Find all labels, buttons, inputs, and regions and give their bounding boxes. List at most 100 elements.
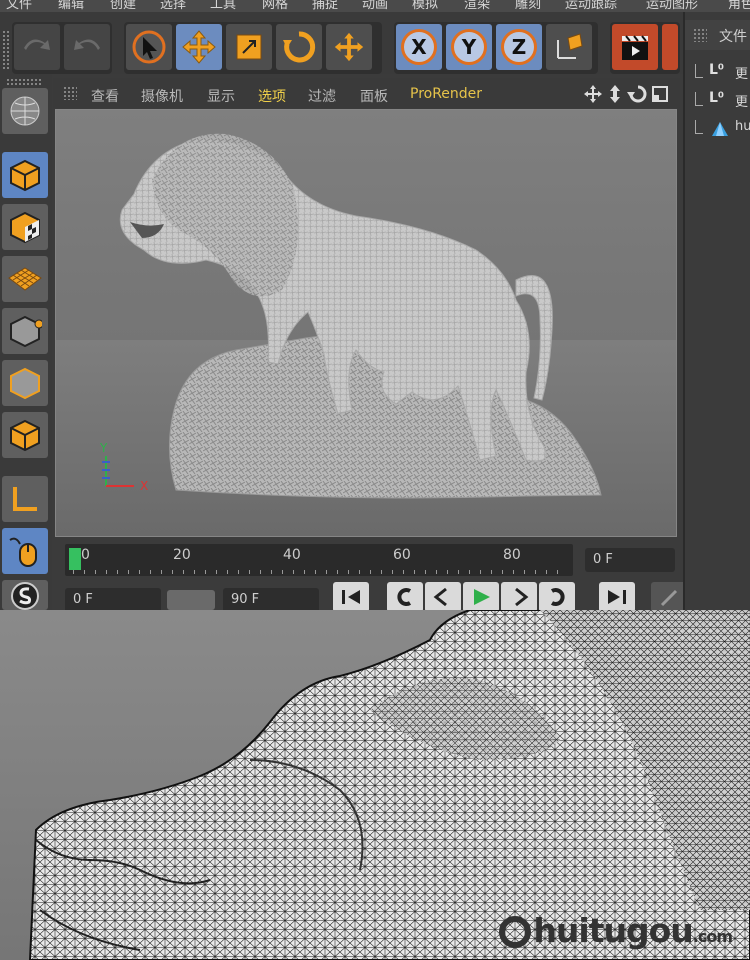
- viewport-panel: 查看 摄像机 显示 选项 过滤 面板 ProRender Y X: [53, 78, 680, 540]
- transform-tools-group: [124, 22, 382, 74]
- left-tool-palette: [0, 74, 52, 610]
- menu-motion-tracker[interactable]: 运动跟踪: [565, 0, 617, 12]
- menu-character[interactable]: 角色: [728, 0, 750, 12]
- tweak-mode-button[interactable]: [2, 528, 48, 574]
- frame-range-slider[interactable]: [167, 590, 215, 610]
- menu-mesh[interactable]: 网格: [262, 0, 288, 12]
- axis-y-label: Y: [99, 441, 108, 455]
- undo-button[interactable]: [14, 24, 60, 70]
- object-manager-header: 文件: [685, 20, 750, 50]
- rotate-tool-button[interactable]: [276, 24, 322, 70]
- viewport-menu-display[interactable]: 显示: [207, 86, 235, 106]
- viewport-grip[interactable]: [63, 86, 77, 100]
- viewport-menu-options[interactable]: 选项: [258, 86, 286, 106]
- menu-simulate[interactable]: 模拟: [412, 0, 438, 12]
- timeline-tick-40: 40: [283, 547, 301, 563]
- object-row[interactable]: hu: [689, 118, 750, 140]
- menu-select[interactable]: 选择: [160, 0, 186, 12]
- 3d-viewport[interactable]: Y X: [55, 109, 677, 537]
- current-frame-field[interactable]: 0 F: [585, 548, 675, 572]
- viewport-menu-panel[interactable]: 面板: [360, 86, 388, 106]
- watermark-brand: huitugou: [533, 911, 693, 950]
- toolbar-grip[interactable]: [2, 30, 10, 70]
- point-mode-button[interactable]: [2, 308, 48, 354]
- object-manager-file-menu[interactable]: 文件: [719, 26, 747, 46]
- menu-snap[interactable]: 捕捉: [312, 0, 338, 12]
- play-button[interactable]: [463, 582, 499, 610]
- go-to-start-button[interactable]: [333, 582, 369, 610]
- viewport-menu-prorender[interactable]: ProRender: [410, 86, 482, 102]
- make-editable-button[interactable]: [2, 88, 48, 134]
- texture-mode-button[interactable]: [2, 204, 48, 250]
- undo-icon: [24, 39, 50, 50]
- z-axis-lock-button[interactable]: Z: [496, 24, 542, 70]
- polygon-mode-button[interactable]: [2, 412, 48, 458]
- model-mode-button[interactable]: [2, 152, 48, 198]
- viewport-menu-view[interactable]: 查看: [91, 86, 119, 106]
- recent-tool-button[interactable]: [326, 24, 372, 70]
- previous-frame-button[interactable]: [425, 582, 461, 610]
- start-frame-field[interactable]: 0 F: [65, 588, 161, 610]
- menu-mograph[interactable]: 运动图形: [646, 0, 698, 12]
- menu-animate[interactable]: 动画: [362, 0, 388, 12]
- edge-mode-button[interactable]: [2, 360, 48, 406]
- play-icon: [474, 589, 490, 605]
- tree-line: [695, 64, 703, 78]
- previous-key-icon: [397, 588, 412, 606]
- object-manager-grip[interactable]: [693, 28, 707, 42]
- world-coordinates-icon: [557, 33, 583, 59]
- axis-mode-button[interactable]: [2, 476, 48, 522]
- menu-tools[interactable]: 工具: [210, 0, 236, 12]
- viewport-menu-filter[interactable]: 过滤: [308, 86, 336, 106]
- cinema4d-window: 文件 编辑 创建 选择 工具 网格 捕捉 动画 模拟 渲染 雕刻 运动跟踪 运动…: [0, 0, 750, 610]
- selection-tool-button[interactable]: [126, 24, 172, 70]
- rotate-icon: [283, 31, 316, 63]
- object-row[interactable]: L⁰ 更: [689, 90, 750, 112]
- redo-icon: [74, 39, 100, 50]
- palette-grip[interactable]: [6, 78, 42, 86]
- end-frame-field[interactable]: 90 F: [223, 588, 319, 610]
- tree-line: [695, 92, 703, 106]
- edges-cube-icon: [10, 367, 40, 400]
- menu-create[interactable]: 创建: [110, 0, 136, 12]
- viewport-menu-camera[interactable]: 摄像机: [141, 86, 183, 106]
- timeline-ruler[interactable]: 0 20 40 60 80 0 F: [53, 540, 680, 580]
- snap-icon: [11, 582, 39, 610]
- lion-head-wireframe: [0, 610, 750, 960]
- scale-tool-button[interactable]: [226, 24, 272, 70]
- tree-line: [695, 120, 703, 134]
- viewport-nav-icons[interactable]: [583, 84, 675, 104]
- axis-lock-group: X Y Z: [394, 22, 598, 74]
- previous-key-button[interactable]: [387, 582, 423, 610]
- object-row[interactable]: L⁰ 更: [689, 62, 750, 84]
- workplane-mode-button[interactable]: [2, 256, 48, 302]
- move-tool-button[interactable]: [176, 24, 222, 70]
- watermark: huitugou.com: [499, 911, 733, 950]
- menu-file[interactable]: 文件: [6, 0, 32, 12]
- menu-sculpt[interactable]: 雕刻: [515, 0, 541, 12]
- undo-redo-group: [12, 22, 112, 74]
- playhead[interactable]: [69, 548, 81, 570]
- lion-sculpture-model[interactable]: Y X: [56, 110, 676, 536]
- scale-icon: [236, 34, 262, 60]
- y-axis-lock-button[interactable]: Y: [446, 24, 492, 70]
- grid-plane-icon: [8, 267, 42, 291]
- record-options-button[interactable]: [651, 582, 687, 610]
- timeline-track[interactable]: 0 20 40 60 80: [65, 544, 573, 576]
- next-key-button[interactable]: [539, 582, 575, 610]
- x-axis-lock-button[interactable]: X: [396, 24, 442, 70]
- transform-icon: [334, 32, 364, 62]
- coordinate-system-button[interactable]: [546, 24, 592, 70]
- object-name: 更: [735, 67, 749, 82]
- redo-button[interactable]: [64, 24, 110, 70]
- cube-icon: [10, 159, 40, 192]
- render-picture-viewer-button[interactable]: [662, 24, 678, 70]
- menu-render[interactable]: 渲染: [464, 0, 490, 12]
- snap-button[interactable]: [2, 580, 48, 610]
- go-to-end-button[interactable]: [599, 582, 635, 610]
- pen-icon: [660, 589, 678, 607]
- menu-edit[interactable]: 编辑: [58, 0, 84, 12]
- mouse-icon: [9, 537, 37, 567]
- render-view-button[interactable]: [612, 24, 658, 70]
- next-frame-button[interactable]: [501, 582, 537, 610]
